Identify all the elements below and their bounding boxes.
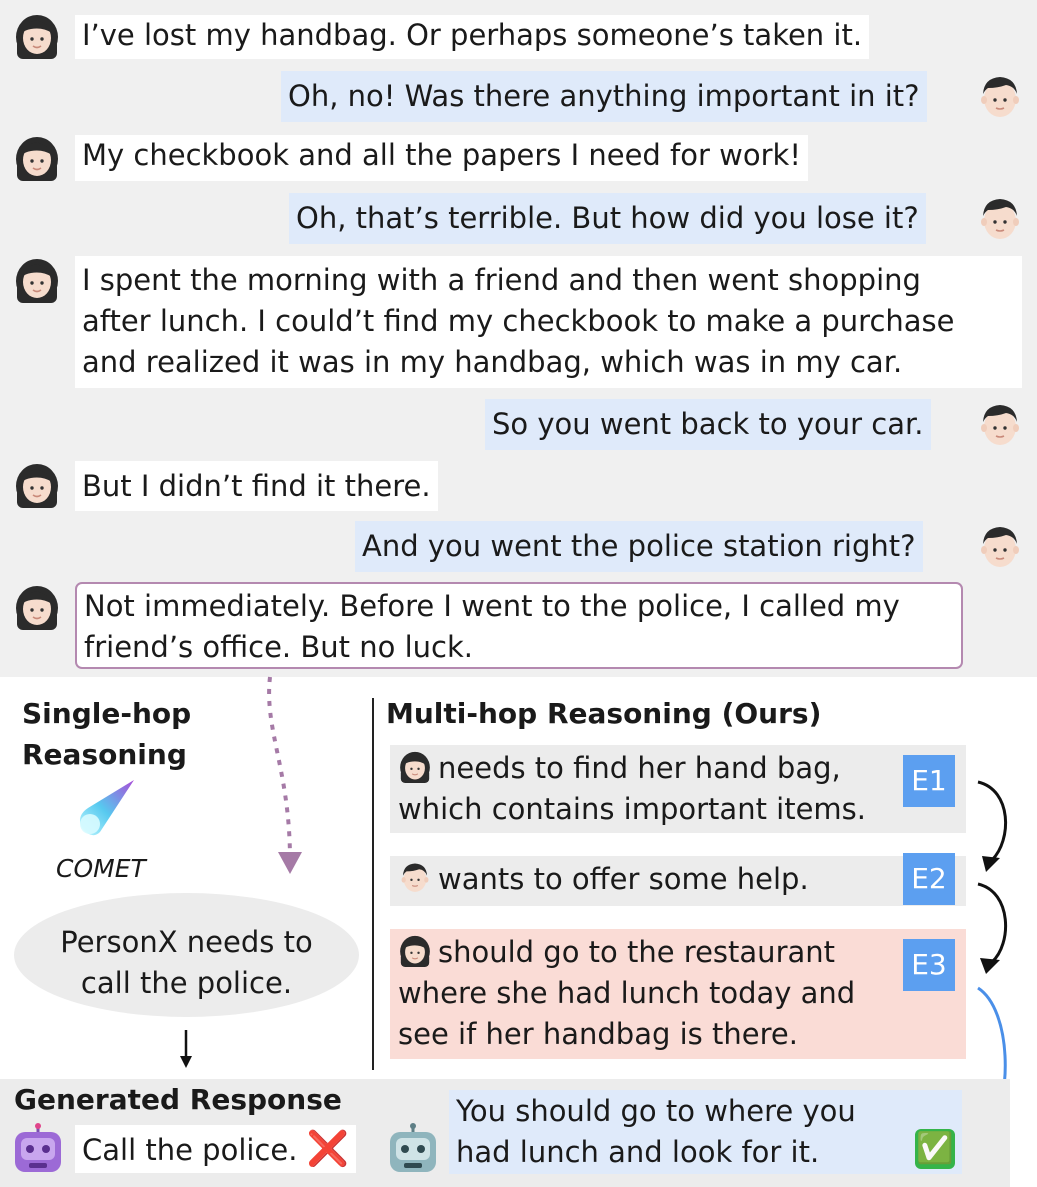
event-tag-e3: E3 [903, 939, 955, 991]
woman-mini-icon [399, 751, 431, 783]
arrow-head-icon [982, 856, 1000, 872]
dashed-arrow [267, 676, 292, 861]
multi-hop-heading: Multi-hop Reasoning (Ours) [386, 697, 822, 730]
check-mark-icon: ✅ [915, 1129, 955, 1169]
curved-arrow-e2-e3 [977, 882, 1008, 964]
man-mini-icon [400, 862, 430, 893]
ours-response: You should go to where you had lunch and… [449, 1090, 962, 1174]
event-e3: should go to the restaurant where she ha… [390, 929, 966, 1059]
curved-arrow-e1-e2 [977, 780, 1008, 862]
cross-mark-icon: ❌ [306, 1129, 349, 1169]
event-e2: wants to offer some help. [390, 856, 966, 906]
arrow-head-icon [980, 958, 1000, 974]
event-tag-e2: E2 [903, 853, 955, 905]
woman-mini-icon [399, 935, 431, 967]
event-e1: needs to find her hand bag, which contai… [390, 745, 966, 833]
generated-response-heading: Generated Response [14, 1083, 342, 1116]
event-tag-e1: E1 [903, 755, 955, 807]
robot-purple-icon [15, 1123, 61, 1172]
down-arrow-head-icon [180, 1056, 192, 1068]
robot-teal-icon [390, 1123, 436, 1172]
baseline-response: Call the police. ❌ [75, 1125, 356, 1173]
dashed-arrow-head-icon [278, 852, 302, 874]
